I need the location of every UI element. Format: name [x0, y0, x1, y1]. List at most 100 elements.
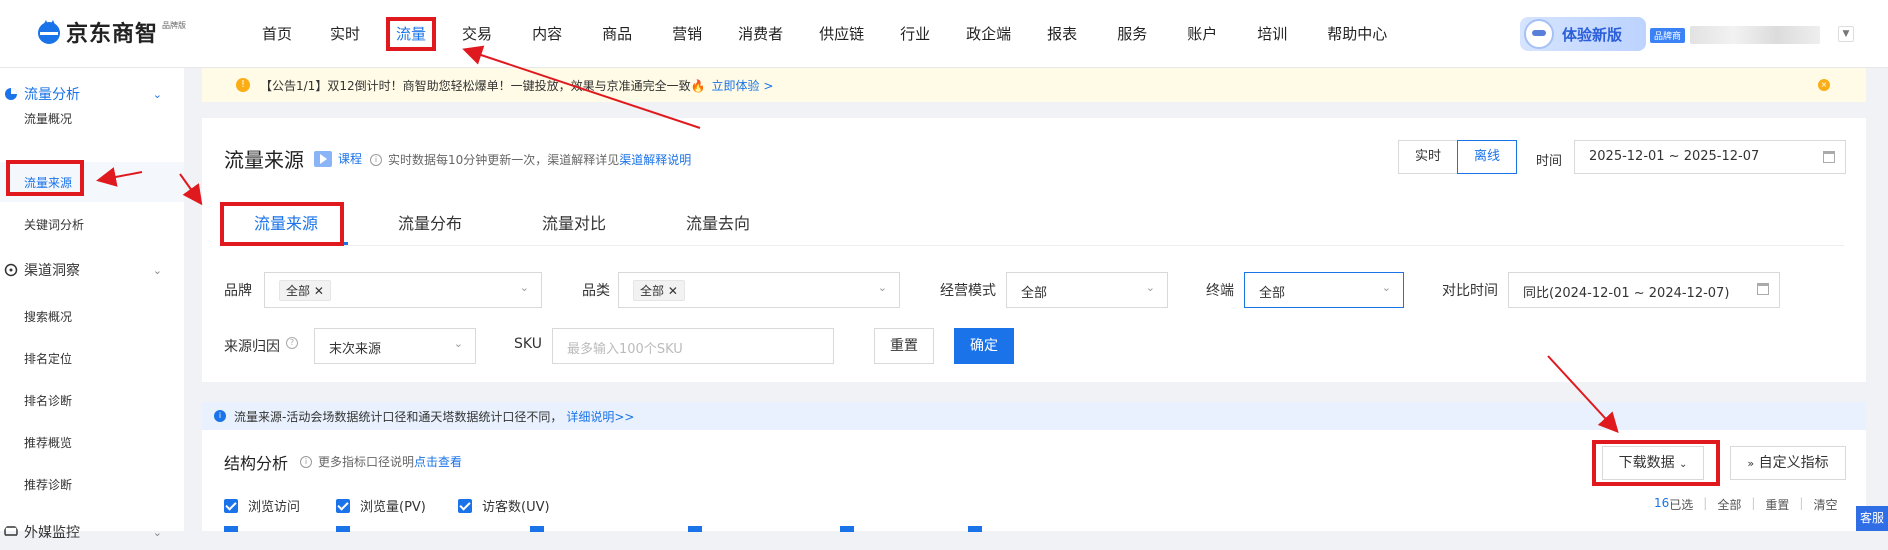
sidebar-group-traffic-analysis[interactable]: 流量分析 ⌄: [0, 76, 184, 112]
info-text: 流量来源-活动会场数据统计口径和通天塔数据统计口径不同，: [234, 409, 563, 424]
compare-time-value: 同比(2024-12-01 ~ 2024-12-07): [1523, 286, 1730, 301]
checkbox-pv[interactable]: 浏览量(PV): [336, 496, 426, 515]
sidebar-item-keyword-analysis[interactable]: 关键词分析: [24, 216, 84, 233]
page-title: 流量来源: [224, 148, 304, 172]
clear-link[interactable]: 清空: [1813, 496, 1837, 513]
nav-product[interactable]: 商品: [588, 17, 646, 51]
sidebar-group-label: 渠道洞察: [24, 263, 80, 279]
checkbox-partial[interactable]: [530, 526, 544, 532]
click-view-link[interactable]: 点击查看: [414, 453, 462, 470]
business-mode-select[interactable]: 全部 ⌄: [1006, 272, 1168, 308]
jd-dog-logo-icon: [38, 20, 60, 44]
nav-service[interactable]: 服务: [1103, 17, 1161, 51]
sidebar-item-traffic-overview[interactable]: 流量概况: [24, 110, 72, 127]
confirm-button[interactable]: 确定: [954, 328, 1014, 364]
business-mode-value: 全部: [1021, 286, 1048, 301]
attribution-value: 末次来源: [329, 342, 382, 357]
brand-chip[interactable]: 全部 ✕: [279, 280, 331, 301]
sidebar: 流量分析 ⌄ 流量概况 流量来源 关键词分析 渠道洞察 ⌄ 搜索概况 排名定位 …: [0, 68, 184, 541]
selected-count: 16: [1654, 496, 1670, 510]
nav-help-center[interactable]: 帮助中心: [1313, 17, 1401, 51]
checkbox-partial[interactable]: [968, 526, 982, 532]
traffic-source-panel: 流量来源 课程 i 实时数据每10分钟更新一次，渠道解释详见 渠道解释说明 实时…: [202, 118, 1866, 382]
info-icon: i: [214, 410, 226, 422]
nav-consumer[interactable]: 消费者: [724, 17, 797, 51]
tab-traffic-destination[interactable]: 流量去向: [686, 210, 750, 234]
tab-traffic-distribution[interactable]: 流量分布: [398, 210, 462, 234]
category-label: 品类: [582, 283, 610, 299]
mode-offline-button[interactable]: 离线: [1457, 140, 1517, 174]
chevron-down-icon: ⌄: [1145, 281, 1155, 294]
time-label: 时间: [1536, 154, 1563, 169]
logo-text: 京东商智: [66, 22, 159, 47]
sidebar-group-channel-insight[interactable]: 渠道洞察 ⌄: [0, 252, 184, 288]
chevron-down-icon: ⌄: [152, 525, 162, 539]
custom-metrics-button[interactable]: » 自定义指标: [1730, 446, 1846, 480]
reset-button[interactable]: 重置: [874, 328, 934, 364]
reset-link[interactable]: 重置: [1765, 496, 1789, 513]
sidebar-group-label: 流量分析: [24, 87, 80, 103]
sku-input[interactable]: 最多输入100个SKU: [552, 328, 834, 364]
tab-bar: 流量来源 流量分布 流量对比 流量去向: [224, 202, 1844, 246]
channel-explain-link[interactable]: 渠道解释说明: [619, 151, 691, 168]
sku-label: SKU: [514, 336, 542, 352]
sidebar-item-rank-diagnosis[interactable]: 排名诊断: [24, 392, 72, 409]
tab-traffic-compare[interactable]: 流量对比: [542, 210, 606, 234]
chevron-down-icon: ⌄: [1381, 281, 1391, 294]
nav-trade[interactable]: 交易: [448, 17, 506, 51]
checkbox-partial[interactable]: [688, 526, 702, 532]
nav-realtime[interactable]: 实时: [316, 17, 374, 51]
sidebar-item-rank-locate[interactable]: 排名定位: [24, 350, 72, 367]
checkbox-visit[interactable]: 浏览访问: [224, 496, 300, 515]
sidebar-item-recommend-diagnosis[interactable]: 推荐诊断: [24, 476, 72, 493]
checkbox-uv[interactable]: 访客数(UV): [458, 496, 550, 515]
sku-placeholder: 最多输入100个SKU: [567, 342, 683, 357]
tip-text: 实时数据每10分钟更新一次，渠道解释详见: [388, 153, 620, 167]
sidebar-item-search-overview[interactable]: 搜索概况: [24, 308, 72, 325]
sidebar-group-media-monitor[interactable]: 外媒监控 ⌄: [0, 514, 184, 550]
date-range-picker[interactable]: 2025-12-01 ~ 2025-12-07: [1574, 140, 1846, 174]
close-icon[interactable]: ×: [1818, 79, 1830, 91]
robot-mascot-icon: [1524, 19, 1554, 49]
category-chip[interactable]: 全部 ✕: [633, 280, 685, 301]
nav-supply-chain[interactable]: 供应链: [805, 17, 878, 51]
sidebar-item-recommend-overview[interactable]: 推荐概览: [24, 434, 72, 451]
nav-marketing[interactable]: 营销: [658, 17, 716, 51]
nav-gov-enterprise[interactable]: 政企端: [952, 17, 1025, 51]
terminal-label: 终端: [1206, 283, 1234, 299]
try-now-link[interactable]: 立即体验 >: [712, 77, 774, 94]
checkbox-partial[interactable]: [224, 526, 238, 532]
nav-account[interactable]: 账户: [1173, 17, 1231, 51]
try-new-version-button[interactable]: 体验新版: [1520, 17, 1646, 51]
mode-realtime-button[interactable]: 实时: [1398, 140, 1458, 174]
select-all-link[interactable]: 全部: [1717, 496, 1741, 513]
info-circle-icon: i: [370, 153, 382, 166]
checkbox-partial[interactable]: [840, 526, 854, 532]
nav-reports[interactable]: 报表: [1033, 17, 1091, 51]
nav-traffic[interactable]: 流量: [386, 17, 437, 51]
terminal-select[interactable]: 全部 ⌄: [1244, 272, 1404, 308]
nav-home[interactable]: 首页: [248, 17, 306, 51]
category-select[interactable]: 全部 ✕ ⌄: [618, 272, 900, 308]
jd-logo[interactable]: 京东商智 品牌版: [36, 16, 186, 48]
nav-industry[interactable]: 行业: [886, 17, 944, 51]
compass-icon: [4, 263, 18, 277]
annotation-box-tab: [220, 202, 344, 246]
selection-actions: 16 已选 | 全部 | 重置 | 清空: [1654, 496, 1838, 513]
main-nav: 首页 实时 流量 交易 内容 商品 营销 消费者 供应链 行业 政企端 报表 服…: [248, 0, 1401, 68]
info-strip: i 流量来源-活动会场数据统计口径和通天塔数据统计口径不同， 详细说明>>: [202, 402, 1866, 430]
checkbox-partial[interactable]: [336, 526, 350, 532]
brand-select[interactable]: 全部 ✕ ⌄: [264, 272, 542, 308]
course-link[interactable]: 课程: [314, 150, 362, 167]
attribution-select[interactable]: 末次来源 ⌄: [314, 328, 476, 364]
calendar-icon: [1757, 283, 1769, 295]
checkbox-checked-icon: [336, 498, 350, 513]
chevron-down-icon: ⌄: [152, 263, 162, 277]
details-link[interactable]: 详细说明>>: [566, 408, 634, 425]
user-menu-chevron-down-icon[interactable]: ▼: [1838, 26, 1854, 42]
nav-content[interactable]: 内容: [518, 17, 576, 51]
nav-training[interactable]: 培训: [1243, 17, 1301, 51]
customer-service-button[interactable]: 客服: [1856, 506, 1888, 531]
compare-time-picker[interactable]: 同比(2024-12-01 ~ 2024-12-07): [1508, 272, 1780, 308]
question-icon[interactable]: ?: [286, 337, 298, 349]
